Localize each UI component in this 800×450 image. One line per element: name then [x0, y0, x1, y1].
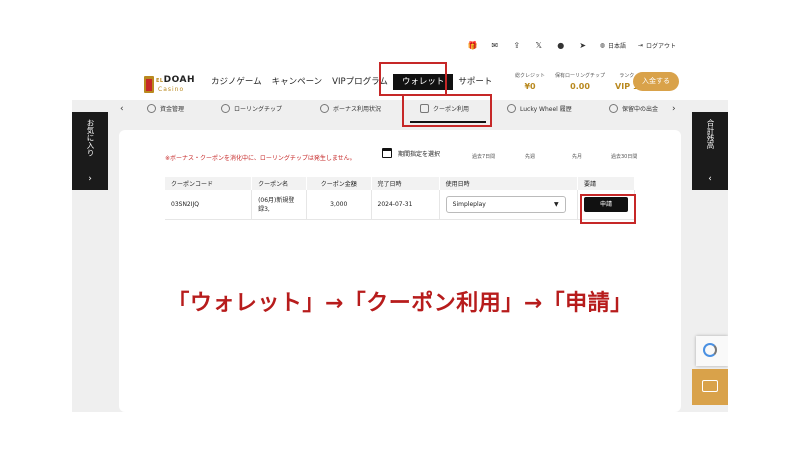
subnav-rolling-chip[interactable]: ローリングチップ: [221, 104, 282, 113]
stat-label: 保有ローリングチップ: [555, 73, 606, 79]
col-request: 要請: [577, 177, 635, 190]
logout-icon: ⇥: [637, 42, 643, 49]
favorites-side-tab[interactable]: お気に入り ›: [72, 112, 108, 190]
subnav-bonus-status[interactable]: ボーナス利用状況: [320, 104, 381, 113]
col-coupon-code: クーポンコード: [165, 177, 253, 190]
star-icon: [320, 104, 329, 113]
pending-icon: [609, 104, 618, 113]
coupon-table: クーポンコード クーポン名 クーポン金額 完了日時 使用日時 要請 03SN2I…: [165, 177, 635, 220]
stat-label: 総クレジット: [515, 73, 546, 79]
total-balance-label: 合計残高: [706, 119, 715, 149]
recaptcha-icon: [703, 343, 717, 357]
screenshot-area: 🎁 ✉ ⇪ 𝕏 ● ➤ ◍ 日本語 ⇥ ログアウト ELDOAH Casino …: [72, 34, 728, 412]
wallet-highlight-box: [379, 62, 447, 96]
coupon-panel: ※ボーナス・クーポンを消化中に、ローリングチップは発生しません。 期間指定を選択…: [119, 130, 681, 412]
x-icon[interactable]: 𝕏: [534, 41, 544, 50]
cell-coupon-name: (06月)新規登録3,: [251, 190, 307, 220]
main-nav: カジノゲーム キャンペーン VIPプログラム ウォレット サポート: [206, 74, 497, 90]
cell-coupon-amount: 3,000: [306, 190, 372, 220]
col-used-at: 使用日時: [439, 177, 579, 190]
table-row: 03SN2IJQ (06月)新規登録3, 3,000 2024-07-31 Si…: [165, 190, 635, 220]
top-utility-bar: 🎁 ✉ ⇪ 𝕏 ● ➤ ◍ 日本語 ⇥ ログアウト: [468, 41, 676, 50]
nav-campaign[interactable]: キャンペーン: [267, 74, 328, 90]
message-icon[interactable]: ✉: [490, 41, 500, 50]
share-icon[interactable]: ⇪: [512, 41, 522, 50]
coupon-highlight-box: [402, 94, 492, 127]
stat-value: 0.00: [570, 82, 590, 91]
deposit-button[interactable]: 入金する: [633, 72, 679, 91]
chip-icon: [221, 104, 230, 113]
instruction-overlay: 「ウォレット」→「クーポン利用」→「申請」: [167, 291, 633, 316]
provider-select-value: Simpleplay: [452, 201, 486, 208]
subnav-funds[interactable]: 資金管理: [147, 104, 184, 113]
subnav-label: 資金管理: [160, 106, 185, 113]
period-selector[interactable]: 期間指定を選択: [382, 148, 440, 158]
favorites-label: お気に入り: [86, 119, 95, 157]
range-last-month[interactable]: 先月: [572, 153, 582, 160]
chevron-right-icon: ›: [88, 174, 92, 184]
line-icon[interactable]: ●: [556, 41, 566, 50]
logo-sub: Casino: [158, 86, 185, 93]
globe-icon: ◍: [599, 42, 605, 49]
period-label: 期間指定を選択: [398, 150, 441, 158]
account-stats: 総クレジット ¥0 保有ローリングチップ 0.00 ランク VIP 1: [510, 72, 643, 91]
language-switch[interactable]: ◍ 日本語: [600, 41, 626, 50]
range-last-7-days[interactable]: 過去7日間: [472, 153, 495, 160]
logout-link[interactable]: ⇥ ログアウト: [638, 41, 676, 50]
site-header: 🎁 ✉ ⇪ 𝕏 ● ➤ ◍ 日本語 ⇥ ログアウト ELDOAH Casino …: [72, 34, 728, 100]
chevron-right-icon[interactable]: ›: [672, 104, 676, 114]
cell-coupon-code: 03SN2IJQ: [165, 190, 253, 220]
nav-casino-games[interactable]: カジノゲーム: [206, 74, 267, 90]
table-header-row: クーポンコード クーポン名 クーポン金額 完了日時 使用日時 要請: [165, 177, 635, 190]
gift-icon[interactable]: 🎁: [468, 41, 478, 50]
telegram-icon[interactable]: ➤: [578, 41, 588, 50]
col-completed-at: 完了日時: [371, 177, 440, 190]
subnav-label: ボーナス利用状況: [333, 106, 382, 113]
chevron-left-icon: ‹: [708, 174, 712, 184]
col-coupon-amount: クーポン金額: [306, 177, 372, 190]
logout-label: ログアウト: [645, 43, 676, 50]
cell-completed-at: 2024-07-31: [371, 190, 440, 220]
chat-bubble-icon: [702, 380, 718, 392]
cell-used-at: Simpleplay ▼: [439, 190, 579, 220]
caret-down-icon: ▼: [554, 201, 559, 208]
coin-icon: [147, 104, 156, 113]
subnav-label: 保留中の出金: [622, 106, 659, 113]
subnav-lucky-wheel[interactable]: Lucky Wheel 履歴: [507, 104, 572, 113]
subnav-label: ローリングチップ: [234, 106, 283, 113]
stat-total-credit: 総クレジット ¥0: [510, 72, 550, 91]
site-logo[interactable]: ELDOAH Casino: [144, 74, 194, 96]
stat-rolling-chip: 保有ローリングチップ 0.00: [550, 72, 610, 91]
rolling-chip-notice: ※ボーナス・クーポンを消化中に、ローリングチップは発生しません。: [165, 155, 356, 162]
chat-button[interactable]: [692, 369, 728, 405]
nav-support[interactable]: サポート: [453, 74, 497, 90]
range-last-week[interactable]: 先週: [525, 153, 535, 160]
calendar-icon: [382, 148, 392, 158]
logo-name: DOAH: [163, 75, 195, 85]
apply-highlight-box: [580, 194, 636, 224]
logo-prefix: EL: [156, 78, 164, 84]
col-coupon-name: クーポン名: [251, 177, 307, 190]
subnav-pending-withdrawal[interactable]: 保留中の出金: [609, 104, 658, 113]
chevron-left-icon[interactable]: ‹: [120, 104, 124, 114]
range-last-30-days[interactable]: 過去30日間: [611, 153, 637, 160]
wallet-subnav: ‹ 資金管理 ローリングチップ ボーナス利用状況 クーポン利用 Lucky Wh…: [72, 102, 728, 123]
language-label: 日本語: [607, 43, 626, 50]
total-balance-side-tab[interactable]: 合計残高 ‹: [692, 112, 728, 190]
wheel-icon: [507, 104, 516, 113]
subnav-label: Lucky Wheel 履歴: [520, 106, 572, 113]
recaptcha-badge[interactable]: [696, 336, 728, 366]
stat-value: ¥0: [524, 82, 536, 91]
provider-select[interactable]: Simpleplay ▼: [445, 196, 566, 213]
